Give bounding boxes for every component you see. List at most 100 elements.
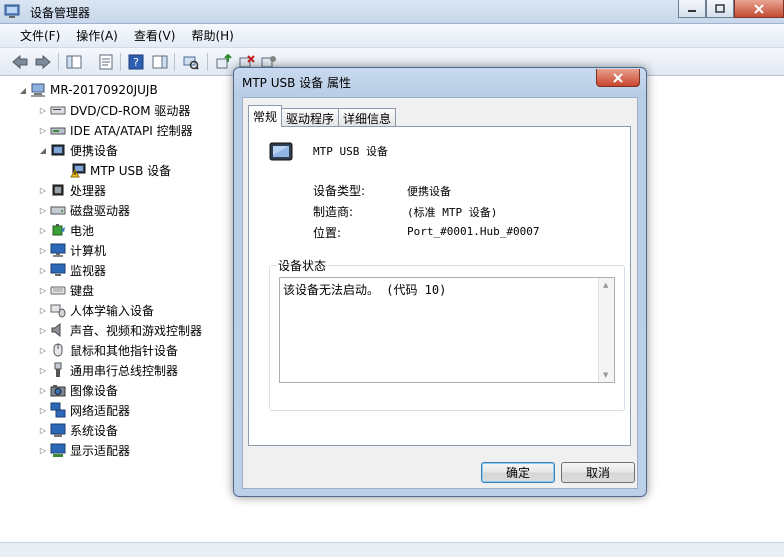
menu-help[interactable]: 帮助(H) bbox=[183, 27, 241, 44]
tree-node-label: DVD/CD-ROM 驱动器 bbox=[70, 103, 191, 118]
keyboard-icon bbox=[50, 286, 66, 295]
tree-node-battery[interactable]: ▷ 电池 bbox=[38, 220, 94, 240]
tree-node-label: 电池 bbox=[70, 223, 95, 238]
tree-node-monitor[interactable]: ▷ 监视器 bbox=[38, 260, 106, 280]
scan-hardware-button[interactable] bbox=[181, 52, 201, 72]
device-status-legend: 设备状态 bbox=[276, 257, 329, 274]
tree-node-label: 通用串行总线控制器 bbox=[70, 363, 179, 378]
tree-node-label: 便携设备 bbox=[70, 143, 119, 158]
tree-node-label: 键盘 bbox=[70, 283, 95, 298]
dialog-close-button[interactable] bbox=[596, 69, 640, 87]
tree-node-portable[interactable]: ◢ 便携设备 bbox=[38, 140, 118, 160]
menu-file[interactable]: 文件(F) bbox=[12, 27, 68, 44]
tree-node-label: 处理器 bbox=[70, 183, 107, 198]
tree-node-computer[interactable]: ▷ 计算机 bbox=[38, 240, 106, 260]
location-value: Port_#0001.Hub_#0007 bbox=[407, 225, 540, 238]
tree-node-ide[interactable]: ▷ IDE ATA/ATAPI 控制器 bbox=[38, 120, 193, 140]
status-scrollbar[interactable]: ▲ ▼ bbox=[598, 278, 614, 382]
collapse-icon[interactable]: ◢ bbox=[18, 86, 28, 95]
action-pane-button[interactable] bbox=[150, 52, 170, 72]
maximize-icon bbox=[715, 4, 725, 13]
battery-icon bbox=[52, 224, 65, 236]
tree-node-label: 图像设备 bbox=[70, 383, 119, 398]
tree-node-system[interactable]: ▷ 系统设备 bbox=[38, 420, 118, 440]
tree-node-label: 鼠标和其他指针设备 bbox=[70, 343, 179, 358]
tree-node-imaging[interactable]: ▷ 图像设备 bbox=[38, 380, 118, 400]
tree-node-sound[interactable]: ▷ 声音、视频和游戏控制器 bbox=[38, 320, 202, 340]
help-icon: ? bbox=[128, 54, 144, 70]
window-controls bbox=[678, 0, 784, 20]
device-status-textbox[interactable]: 该设备无法启动。 (代码 10) ▲ ▼ bbox=[279, 277, 615, 383]
tree-node-usb[interactable]: ▷ 通用串行总线控制器 bbox=[38, 360, 178, 380]
scroll-up-icon[interactable]: ▲ bbox=[603, 281, 608, 289]
expand-icon[interactable]: ▷ bbox=[38, 286, 48, 295]
help-toolbar-button[interactable]: ? bbox=[126, 52, 146, 72]
properties-icon bbox=[99, 54, 113, 70]
tree-node-display[interactable]: ▷ 显示适配器 bbox=[38, 440, 130, 460]
computer-icon bbox=[50, 243, 66, 257]
forward-arrow-icon bbox=[35, 54, 51, 70]
disk-drive-icon bbox=[50, 206, 66, 215]
tab-details[interactable]: 详细信息 bbox=[338, 108, 397, 127]
tab-strip: 常规 驱动程序 详细信息 bbox=[248, 105, 397, 127]
processor-icon bbox=[52, 184, 64, 196]
collapse-icon[interactable]: ◢ bbox=[38, 146, 48, 155]
tab-general[interactable]: 常规 bbox=[248, 105, 283, 127]
window-title: 设备管理器 bbox=[30, 6, 91, 20]
expand-icon[interactable]: ▷ bbox=[38, 326, 48, 335]
menu-action[interactable]: 操作(A) bbox=[68, 27, 126, 44]
portable-device-icon bbox=[269, 142, 293, 161]
hid-icon bbox=[50, 304, 66, 318]
device-type-label: 设备类型: bbox=[313, 184, 366, 198]
tree-node-keyboard[interactable]: ▷ 键盘 bbox=[38, 280, 94, 300]
general-tab-page: MTP USB 设备 设备类型: 便携设备 制造商: (标准 MTP 设备) 位… bbox=[248, 126, 631, 446]
tree-root[interactable]: ◢ MR-20170920JUJB bbox=[18, 80, 158, 100]
tab-driver[interactable]: 驱动程序 bbox=[281, 108, 340, 127]
back-button[interactable] bbox=[10, 52, 30, 72]
expand-icon[interactable]: ▷ bbox=[38, 266, 48, 275]
ok-button[interactable]: 确定 bbox=[481, 462, 555, 483]
tree-node-mtp[interactable]: MTP USB 设备 bbox=[58, 160, 171, 180]
expand-icon[interactable]: ▷ bbox=[38, 226, 48, 235]
menu-view[interactable]: 查看(V) bbox=[126, 27, 184, 44]
cancel-button[interactable]: 取消 bbox=[561, 462, 635, 483]
tree-node-hid[interactable]: ▷ 人体学输入设备 bbox=[38, 300, 154, 320]
close-button[interactable] bbox=[734, 0, 784, 18]
tree-node-dvd[interactable]: ▷ DVD/CD-ROM 驱动器 bbox=[38, 100, 191, 120]
update-driver-button[interactable] bbox=[214, 52, 234, 72]
expand-icon[interactable]: ▷ bbox=[38, 346, 48, 355]
expand-icon[interactable]: ▷ bbox=[38, 426, 48, 435]
device-status-text: 该设备无法启动。 (代码 10) bbox=[283, 283, 447, 297]
tree-node-disk[interactable]: ▷ 磁盘驱动器 bbox=[38, 200, 130, 220]
expand-icon[interactable]: ▷ bbox=[38, 126, 48, 135]
properties-dialog: MTP USB 设备 属性 常规 驱动程序 详细信息 MTP USB 设备 设备… bbox=[233, 67, 647, 497]
tree-node-label: 磁盘驱动器 bbox=[70, 203, 131, 218]
forward-button[interactable] bbox=[33, 52, 53, 72]
tree-node-label: 声音、视频和游戏控制器 bbox=[70, 323, 203, 338]
portable-device-icon bbox=[51, 144, 65, 156]
tree-node-network[interactable]: ▷ 网络适配器 bbox=[38, 400, 130, 420]
tree-node-label: 网络适配器 bbox=[70, 403, 131, 418]
expand-icon[interactable]: ▷ bbox=[38, 186, 48, 195]
expand-icon[interactable]: ▷ bbox=[38, 386, 48, 395]
expand-icon[interactable]: ▷ bbox=[38, 446, 48, 455]
maximize-button[interactable] bbox=[706, 0, 734, 18]
minimize-button[interactable] bbox=[678, 0, 706, 18]
tree-node-processor[interactable]: ▷ 处理器 bbox=[38, 180, 106, 200]
expand-icon[interactable]: ▷ bbox=[38, 106, 48, 115]
display-adapter-icon bbox=[50, 443, 66, 457]
expand-icon[interactable]: ▷ bbox=[38, 366, 48, 375]
tree-node-mouse[interactable]: ▷ 鼠标和其他指针设备 bbox=[38, 340, 178, 360]
status-bar bbox=[0, 542, 784, 557]
scroll-down-icon[interactable]: ▼ bbox=[603, 371, 608, 379]
expand-icon[interactable]: ▷ bbox=[38, 306, 48, 315]
close-icon bbox=[754, 3, 764, 14]
expand-icon[interactable]: ▷ bbox=[38, 406, 48, 415]
close-icon bbox=[613, 72, 623, 83]
manufacturer-label: 制造商: bbox=[313, 205, 354, 219]
expand-icon[interactable]: ▷ bbox=[38, 206, 48, 215]
show-hide-tree-button[interactable] bbox=[64, 52, 84, 72]
expand-icon[interactable]: ▷ bbox=[38, 246, 48, 255]
properties-toolbar-button[interactable] bbox=[96, 52, 116, 72]
scan-hardware-icon bbox=[183, 56, 199, 70]
